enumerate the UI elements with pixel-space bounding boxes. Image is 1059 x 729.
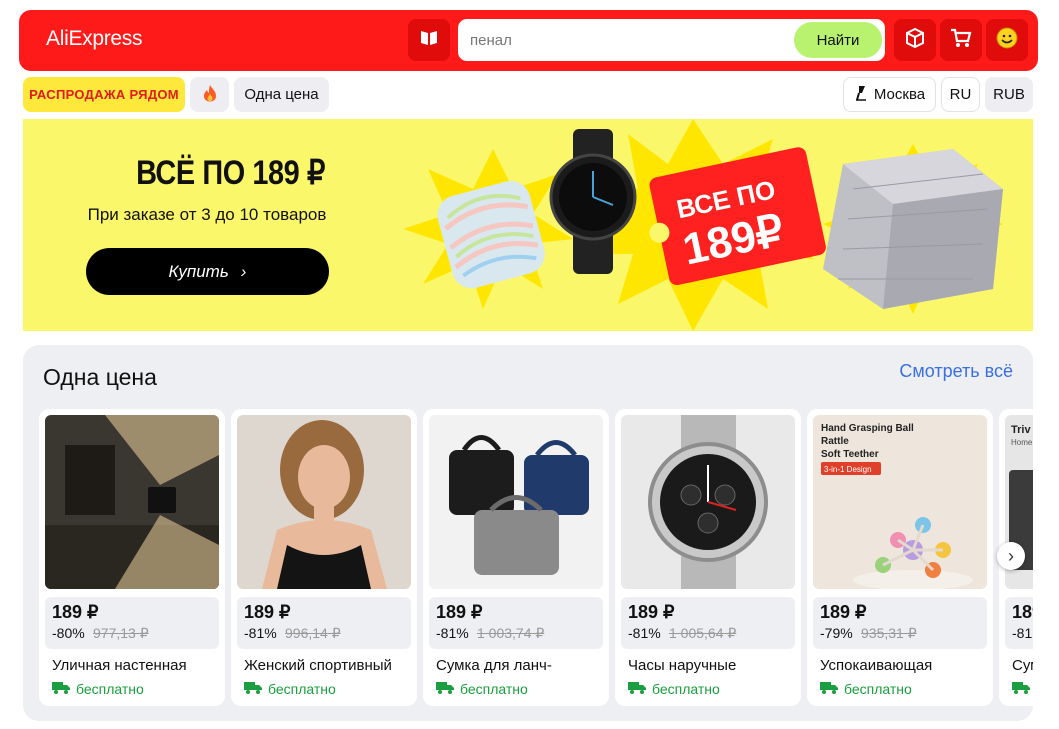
price-box: 189 ₽ -81% 1 003,74 ₽ <box>429 597 603 649</box>
promo-banner[interactable]: ВСЁ ПО 189 ₽ При заказе от 3 до 10 товар… <box>23 119 1033 331</box>
gifts-button[interactable] <box>894 19 936 61</box>
chevron-right-icon: › <box>240 261 247 281</box>
shipping-label: бесплатно <box>460 681 528 697</box>
product-price: 189 ₽ <box>244 602 291 622</box>
product-discount: -80% <box>52 625 85 641</box>
fire-icon <box>203 84 217 106</box>
product-discount: -81% <box>436 625 469 641</box>
product-price: 189 ₽ <box>820 602 867 622</box>
shipping-label: бесплатно <box>76 681 144 697</box>
product-price: 189 ₽ <box>628 602 675 622</box>
banner-title: ВСЁ ПО 189 ₽ <box>136 154 325 192</box>
free-shipping: бесплатно <box>52 681 144 697</box>
price-box: 189 -81 <box>1005 597 1033 649</box>
product-title: Женский спортивный <box>244 657 392 674</box>
truck-icon <box>244 681 262 697</box>
product-card[interactable]: 189 ₽ -80% 977,13 ₽ Уличная настенная бе… <box>39 409 225 706</box>
cart-button[interactable] <box>940 19 982 61</box>
product-title: Часы наручные <box>628 657 737 674</box>
product-image: Hand Grasping Ball Rattle Soft Teether 3… <box>813 415 987 589</box>
free-shipping: бесплатно <box>628 681 720 697</box>
one-price-chip[interactable]: Одна цена <box>234 77 329 112</box>
section-title: Одна цена <box>43 364 157 390</box>
product-title: Успокаивающая <box>820 657 933 674</box>
product-discount: -81% <box>244 625 277 641</box>
product-card[interactable]: Hand Grasping Ball Rattle Soft Teether 3… <box>807 409 993 706</box>
shipping-label: бесплатно <box>652 681 720 697</box>
product-image <box>621 415 795 589</box>
product-title: Сум <box>1012 657 1033 674</box>
product-discount: -81 <box>1012 625 1033 641</box>
product-image <box>45 415 219 589</box>
price-box: 189 ₽ -80% 977,13 ₽ <box>45 597 219 649</box>
image-caption-badge: 3-in-1 Design <box>824 465 872 474</box>
product-card[interactable]: 189 ₽ -81% 996,14 ₽ Женский спортивный б… <box>231 409 417 706</box>
free-shipping <box>1012 681 1030 697</box>
price-box: 189 ₽ -81% 1 005,64 ₽ <box>621 597 795 649</box>
search-button[interactable]: Найти <box>794 22 882 58</box>
search-input[interactable] <box>470 19 770 61</box>
price-box: 189 ₽ -79% 935,31 ₽ <box>813 597 987 649</box>
product-price: 189 ₽ <box>436 602 483 622</box>
city-selector[interactable]: Москва <box>843 77 936 112</box>
catalog-book-icon <box>419 29 439 52</box>
image-caption-line3: Soft Teether <box>821 449 879 460</box>
city-label: Москва <box>873 86 926 103</box>
product-old-price: 996,14 ₽ <box>285 625 341 641</box>
truck-icon <box>820 681 838 697</box>
search-bar: Найти <box>458 19 885 61</box>
product-discount: -81% <box>628 625 661 641</box>
product-image <box>237 415 411 589</box>
truck-icon <box>436 681 454 697</box>
shipping-label: бесплатно <box>268 681 336 697</box>
image-caption-line2: Rattle <box>821 436 849 447</box>
product-price: 189 ₽ <box>52 602 99 622</box>
cart-icon <box>949 27 973 54</box>
catalog-button[interactable] <box>408 19 450 61</box>
truck-icon <box>52 681 70 697</box>
product-title: Сумка для ланч- <box>436 657 552 674</box>
image-caption-line2: Home <box>1011 438 1033 447</box>
banner-buy-label: Купить <box>168 261 229 281</box>
product-old-price: 977,13 ₽ <box>93 625 149 641</box>
banner-buy-button[interactable]: Купить › <box>86 248 329 295</box>
product-old-price: 1 003,74 ₽ <box>477 625 545 641</box>
product-card[interactable]: 189 ₽ -81% 1 003,74 ₽ Сумка для ланч- бе… <box>423 409 609 706</box>
aliexpress-logo[interactable]: AliExpress <box>46 27 143 51</box>
location-pin-icon <box>854 84 868 106</box>
banner-subtitle: При заказе от 3 до 10 товаров <box>87 205 327 224</box>
free-shipping: бесплатно <box>244 681 336 697</box>
free-shipping: бесплатно <box>436 681 528 697</box>
product-old-price: 935,31 ₽ <box>861 625 917 641</box>
image-caption-line1: Triv <box>1011 424 1031 436</box>
language-selector[interactable]: RU <box>941 77 980 112</box>
product-price: 189 <box>1012 602 1033 622</box>
see-all-link[interactable]: Смотреть всё <box>899 361 1013 382</box>
free-shipping: бесплатно <box>820 681 912 697</box>
product-title: Уличная настенная <box>52 657 187 674</box>
one-price-section: Одна цена Смотреть всё 189 ₽ -80% 977,13… <box>23 345 1033 721</box>
product-card[interactable]: 189 ₽ -81% 1 005,64 ₽ Часы наручные бесп… <box>615 409 801 706</box>
sale-nearby-chip[interactable]: РАСПРОДАЖА РЯДОМ <box>23 77 185 112</box>
truck-icon <box>1012 681 1030 697</box>
top-header: AliExpress Найти <box>19 10 1038 71</box>
product-discount: -79% <box>820 625 853 641</box>
banner-artwork: ВСЕ ПО 189₽ <box>403 119 1003 331</box>
image-caption-line1: Hand Grasping Ball <box>821 423 914 434</box>
price-box: 189 ₽ -81% 996,14 ₽ <box>237 597 411 649</box>
cube-icon <box>904 27 926 54</box>
profile-button[interactable] <box>986 19 1028 61</box>
product-image <box>429 415 603 589</box>
truck-icon <box>628 681 646 697</box>
storage-box-image <box>823 149 1003 309</box>
currency-selector[interactable]: RUB <box>985 77 1033 112</box>
chevron-right-icon: › <box>1008 545 1014 566</box>
smiley-avatar-icon <box>995 26 1019 55</box>
product-old-price: 1 005,64 ₽ <box>669 625 737 641</box>
shipping-label: бесплатно <box>844 681 912 697</box>
hot-deals-chip[interactable] <box>190 77 229 112</box>
carousel-next-button[interactable]: › <box>997 542 1025 570</box>
